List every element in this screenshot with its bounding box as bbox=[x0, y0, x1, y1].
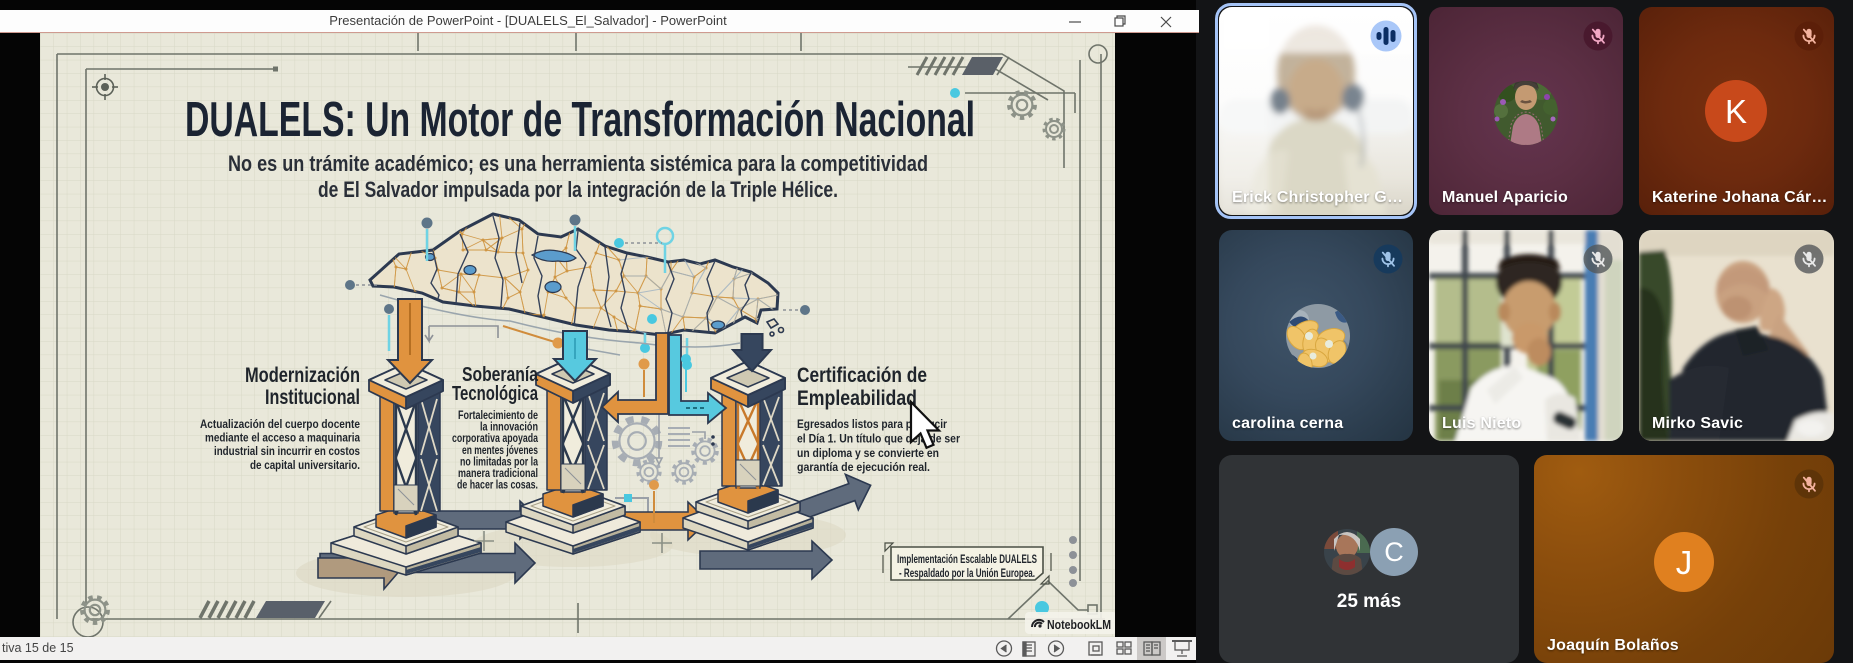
svg-text:Certificación de: Certificación de bbox=[797, 363, 927, 387]
svg-text:mediante el acceso a maquinari: mediante el acceso a maquinaria bbox=[205, 431, 360, 445]
svg-text:Tecnológica: Tecnológica bbox=[452, 382, 538, 405]
svg-text:de El Salvador impulsada por l: de El Salvador impulsada por la integrac… bbox=[318, 177, 838, 202]
svg-text:un diploma y se convierte en: un diploma y se convierte en bbox=[797, 446, 939, 460]
svg-text:Implementación Escalable DUALE: Implementación Escalable DUALELS bbox=[897, 552, 1037, 566]
svg-text:el Día 1. Un título que deja d: el Día 1. Un título que deja de ser bbox=[797, 431, 960, 445]
svg-text:NotebookLM: NotebookLM bbox=[1047, 617, 1111, 632]
svg-text:K: K bbox=[1725, 93, 1747, 130]
svg-text:Empleabilidad: Empleabilidad bbox=[797, 386, 917, 410]
svg-text:Institucional: Institucional bbox=[265, 385, 360, 409]
svg-text:de hacer las cosas.: de hacer las cosas. bbox=[457, 478, 538, 492]
svg-text:DUALELS: Un Motor de Transform: DUALELS: Un Motor de Transformación Naci… bbox=[185, 93, 975, 147]
svg-text:C: C bbox=[1384, 537, 1404, 567]
svg-text:de capital universitario.: de capital universitario. bbox=[250, 458, 360, 472]
svg-text:J: J bbox=[1676, 544, 1693, 581]
svg-text:industrial sin incurrir en cos: industrial sin incurrir en costos bbox=[214, 444, 360, 458]
svg-text:No es un trámite académico; es: No es un trámite académico; es una herra… bbox=[228, 151, 928, 176]
svg-text:Modernización: Modernización bbox=[245, 363, 360, 387]
svg-text:garantía de ejecución real.: garantía de ejecución real. bbox=[797, 460, 930, 474]
svg-text:- Respaldado por la Unión Euro: - Respaldado por la Unión Europea. bbox=[899, 566, 1035, 580]
svg-text:Actualización del cuerpo docen: Actualización del cuerpo docente bbox=[200, 417, 360, 431]
